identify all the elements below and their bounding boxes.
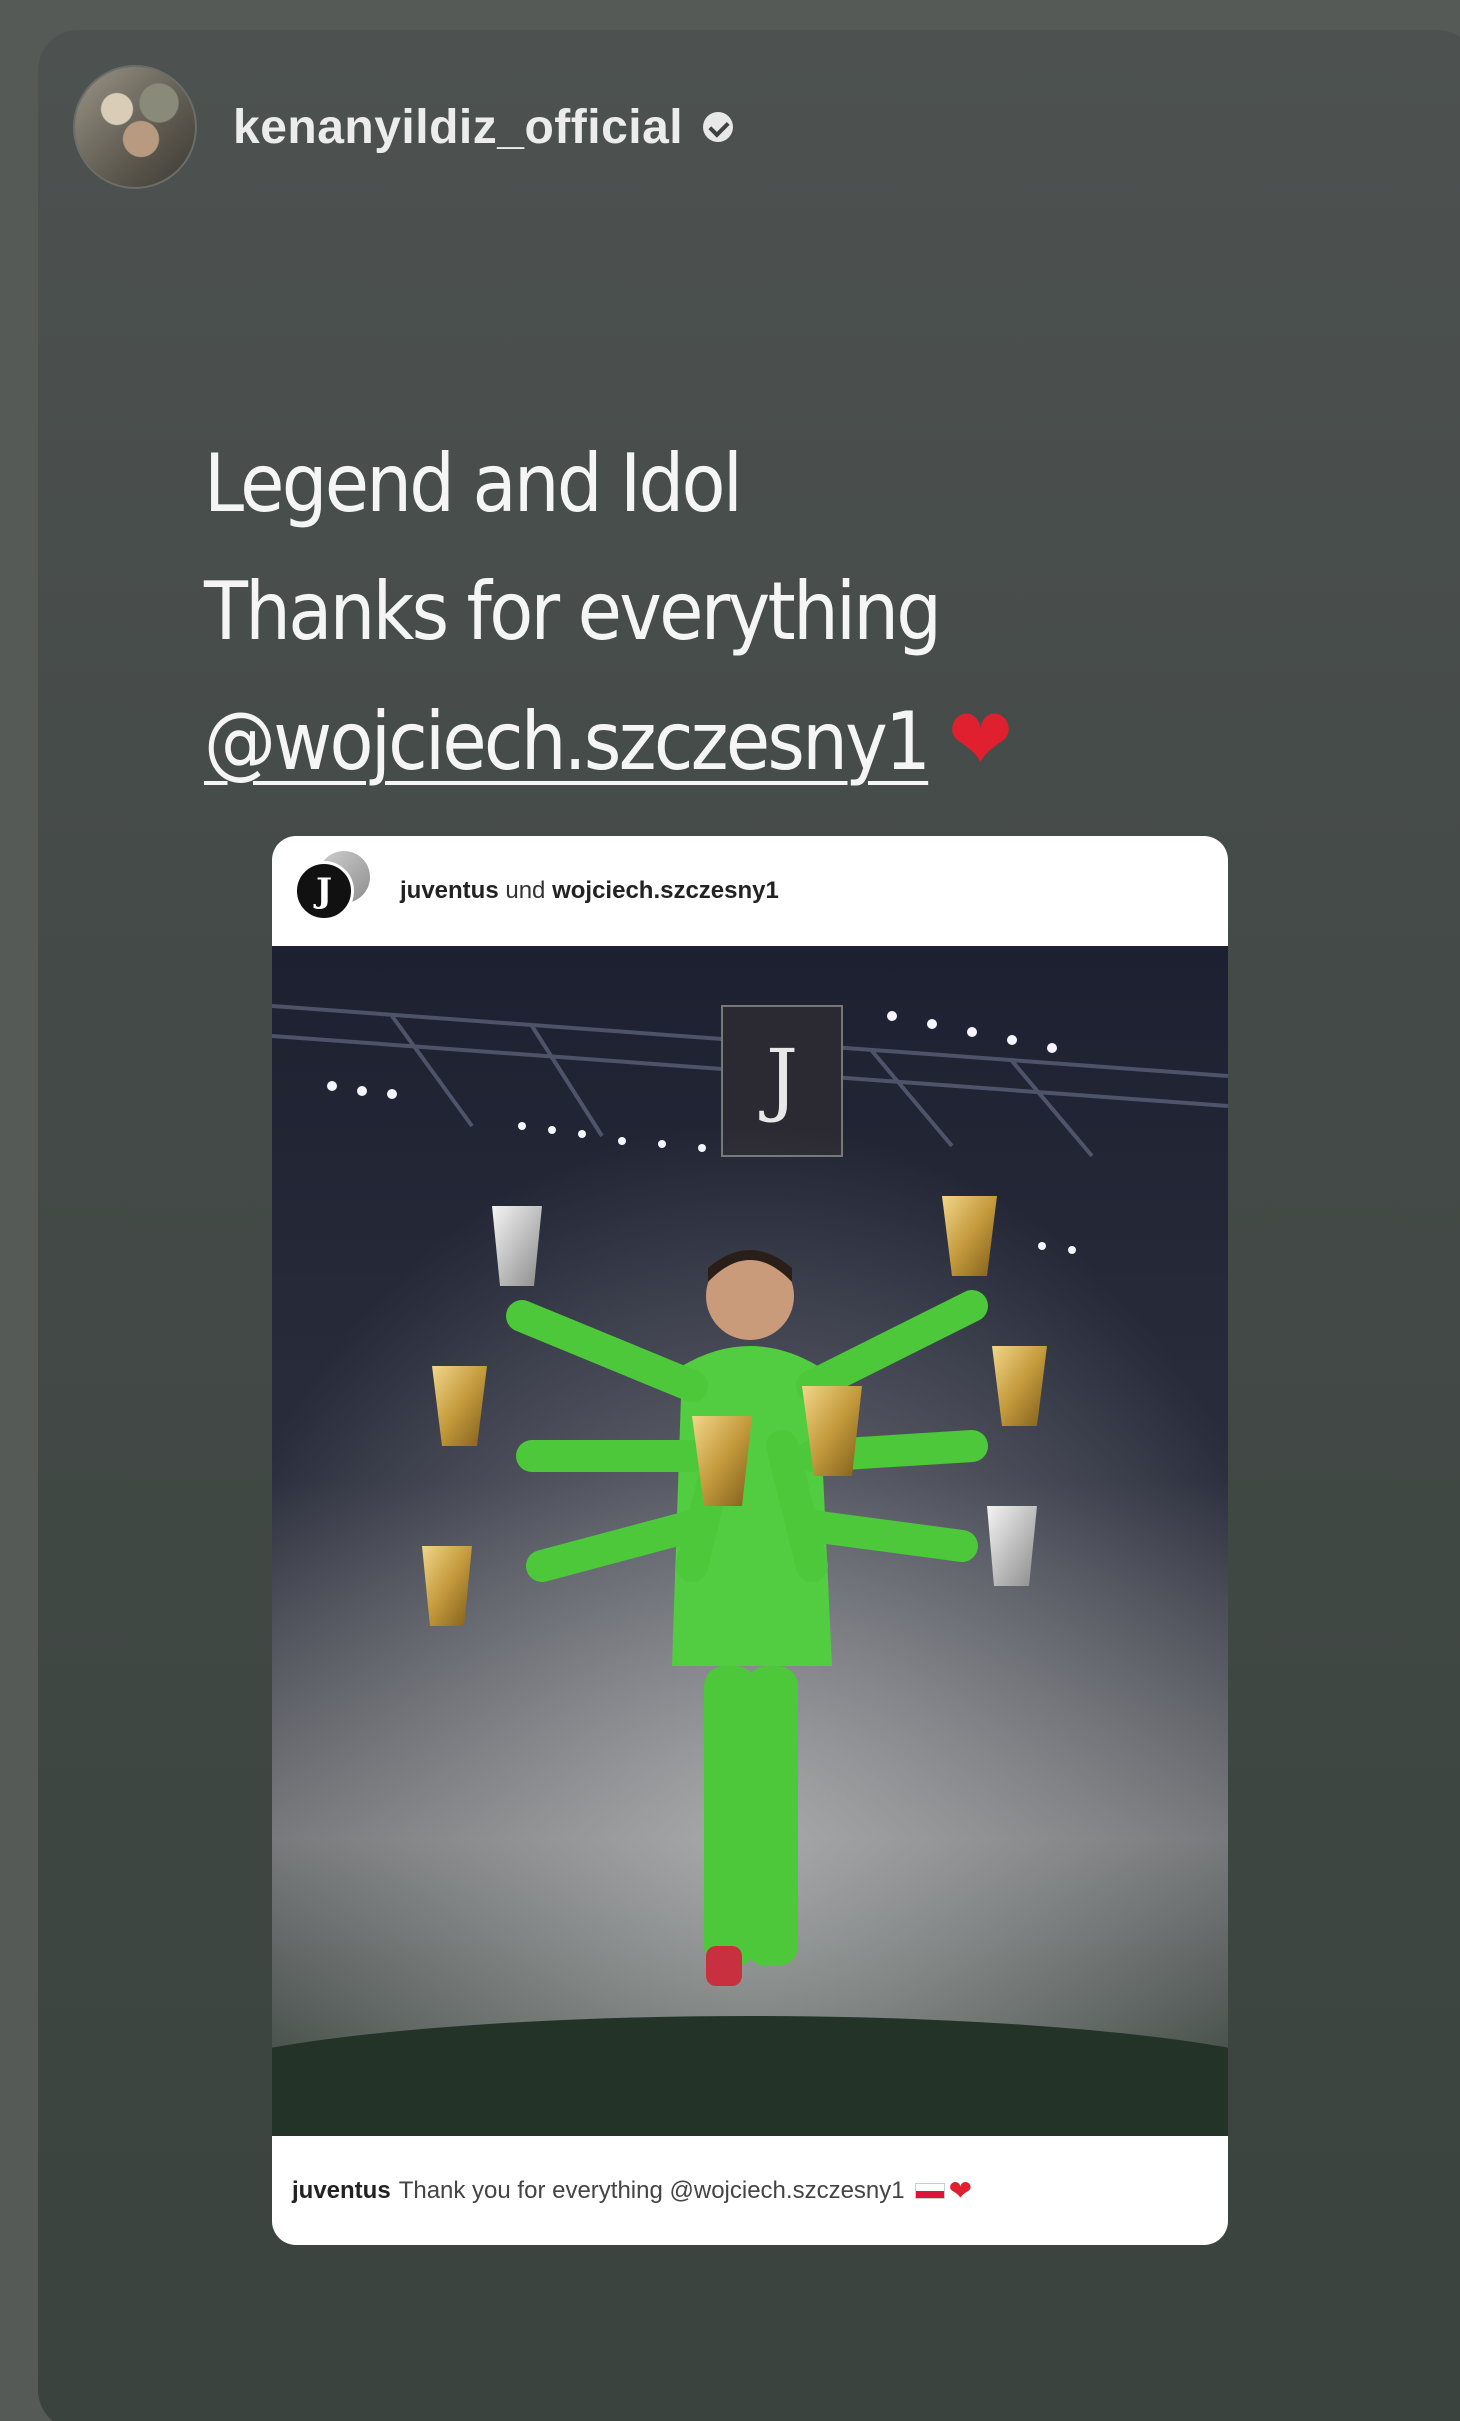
post-avatars: J <box>294 851 374 931</box>
verified-icon <box>703 112 734 142</box>
post-header: J juventus und wojciech.szczesny1 <box>272 836 1228 946</box>
post-authors[interactable]: juventus und wojciech.szczesny1 <box>400 877 779 905</box>
post-image: J <box>272 946 1228 2136</box>
caption-username[interactable]: juventus <box>292 2177 391 2205</box>
story-message: Legend and Idol Thanks for everything @w… <box>204 420 1013 806</box>
heart-icon: ❤ <box>947 690 1013 790</box>
heart-icon: ❤ <box>948 2175 973 2206</box>
message-line-2: Thanks for everything <box>204 565 942 658</box>
post-author-1: juventus <box>400 877 499 904</box>
post-author-2: wojciech.szczesny1 <box>552 877 779 904</box>
message-line-3: @wojciech.szczesny1 ❤ <box>204 676 1013 806</box>
mention-link[interactable]: @wojciech.szczesny1 <box>204 695 931 788</box>
profile-avatar[interactable] <box>73 65 197 189</box>
shared-post-card[interactable]: J juventus und wojciech.szczesny1 juvent… <box>272 836 1228 2245</box>
story-header: kenanyildiz_official <box>73 65 734 189</box>
post-caption: juventus Thank you for everything @wojci… <box>272 2136 1228 2245</box>
juventus-logo-icon: J <box>294 861 354 921</box>
message-line-1: Legend and Idol <box>204 437 743 530</box>
poland-flag-icon <box>914 2182 945 2199</box>
username[interactable]: kenanyildiz_official <box>233 100 683 155</box>
caption-text: Thank you for everything @wojciech.szcze… <box>398 2176 905 2204</box>
post-author-joiner: und <box>505 877 546 904</box>
